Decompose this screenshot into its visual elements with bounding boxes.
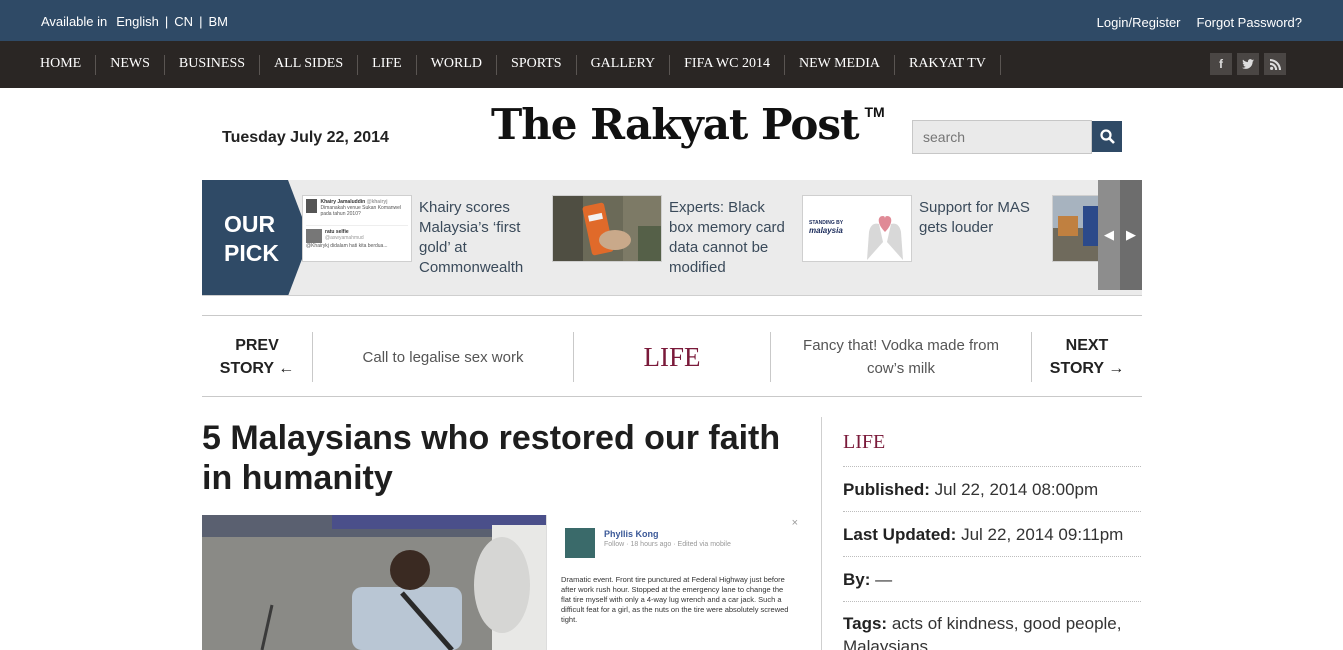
nav-item-home[interactable]: HOME [26, 55, 97, 75]
site-logo-text: The Rakyat Post [491, 100, 859, 149]
published-row: Published: Jul 22, 2014 08:00pm [843, 466, 1141, 511]
main-navigation: HOME NEWS BUSINESS ALL SIDES LIFE WORLD … [0, 41, 1343, 88]
lang-separator: | [164, 14, 169, 29]
by-value: — [875, 570, 893, 589]
nav-item-sports[interactable]: SPORTS [497, 55, 577, 75]
post-text: Dramatic event. Front tire punctured at … [561, 575, 789, 624]
nav-item-new-media[interactable]: NEW MEDIA [785, 55, 895, 75]
pick-thumbnail-tweets: Khairy Jamaluddin @khairyj Dimanakah ven… [302, 195, 412, 262]
updated-label: Last Updated: [843, 525, 957, 544]
article-hero-image: Phyllis Kong Follow · 18 hours ago · Edi… [202, 515, 802, 650]
search-box [912, 120, 1122, 154]
prev-story-arrow-label: STORY ← [219, 360, 295, 377]
next-story-label: NEXT [1065, 337, 1109, 354]
roadside-photo [202, 515, 547, 650]
nav-item-life[interactable]: LIFE [358, 55, 417, 75]
available-in-label: Available in [41, 14, 108, 29]
lang-english-link[interactable]: English [116, 14, 159, 29]
chevron-left-icon: ◀ [1104, 227, 1114, 242]
rss-icon[interactable] [1264, 53, 1286, 75]
post-meta: Follow · 18 hours ago · Edited via mobil… [604, 541, 731, 548]
search-icon [1099, 129, 1115, 144]
avatar [306, 199, 318, 213]
article-headline: 5 Malaysians who restored our faith in h… [202, 419, 781, 497]
search-input[interactable] [912, 120, 1092, 154]
author-row: By: — [843, 556, 1141, 601]
prev-story-label: PREV [235, 337, 279, 354]
post-author[interactable]: Phyllis Kong [604, 529, 659, 539]
pick-thumbnail-mas: STANDING BY malaysia [802, 195, 912, 262]
next-story-button[interactable]: NEXT STORY → [1032, 332, 1142, 382]
story-category[interactable]: LIFE [574, 332, 770, 382]
article-meta-sidebar: LIFE Published: Jul 22, 2014 08:00pm Las… [821, 417, 1143, 650]
lang-cn-link[interactable]: CN [174, 14, 193, 29]
nav-item-all-sides[interactable]: ALL SIDES [260, 55, 359, 75]
social-links: f [1210, 53, 1286, 75]
facebook-icon[interactable]: f [1210, 53, 1232, 75]
prev-story-button[interactable]: PREV STORY ← [202, 332, 312, 382]
trademark-mark: TM [864, 104, 885, 120]
account-links: Login/Register Forgot Password? [1097, 15, 1302, 30]
hands-heart-icon [867, 216, 903, 260]
next-story-title[interactable]: Fancy that! Vodka made from cow’s milk [771, 332, 1031, 382]
tweet-text: @Khairykj didalam hati kita berdua... [306, 243, 388, 249]
search-button[interactable] [1092, 121, 1122, 152]
nav-item-news[interactable]: NEWS [96, 55, 165, 75]
facebook-post: Phyllis Kong Follow · 18 hours ago · Edi… [546, 515, 802, 650]
published-label: Published: [843, 480, 930, 499]
chevron-right-icon: ▶ [1126, 227, 1136, 242]
site-logo[interactable]: The Rakyat Post TM [491, 100, 885, 149]
nav-item-gallery[interactable]: GALLERY [577, 55, 671, 75]
carousel-prev-button[interactable]: ◀ [1098, 180, 1120, 290]
tag-link[interactable]: good people [1023, 614, 1117, 633]
tweet-text: Dimanakah venue Sukan Komanwel pada tahu… [320, 205, 402, 217]
prev-story-title[interactable]: Call to legalise sex work [313, 332, 573, 382]
our-pick-badge: OUR PICK [202, 180, 310, 295]
updated-row: Last Updated: Jul 22, 2014 09:11pm [843, 511, 1141, 556]
pick-title[interactable]: Khairy scores Malaysia’s ‘first gold’ at… [419, 198, 539, 278]
twitter-icon[interactable] [1237, 53, 1259, 75]
our-pick-carousel: OUR PICK Khairy Jamaluddin @khairyj Dima… [202, 180, 1142, 296]
sidebar-category[interactable]: LIFE [843, 431, 885, 454]
our-pick-label-line1: OUR [224, 211, 276, 237]
carousel-next-button[interactable]: ▶ [1120, 180, 1142, 290]
close-icon[interactable]: × [792, 517, 798, 529]
current-date: Tuesday July 22, 2014 [222, 129, 389, 146]
carousel-arrows: ◀ ▶ [1098, 180, 1142, 290]
nav-item-business[interactable]: BUSINESS [165, 55, 261, 75]
pick-title[interactable]: Experts: Black box memory card data cann… [669, 198, 789, 278]
tags-label: Tags: [843, 614, 888, 633]
avatar [565, 528, 595, 558]
nav-item-fifa-wc-2014[interactable]: FIFA WC 2014 [670, 55, 785, 75]
login-register-link[interactable]: Login/Register [1097, 15, 1181, 30]
published-value: Jul 22, 2014 08:00pm [934, 480, 1099, 499]
our-pick-label-line2: PICK [224, 240, 279, 266]
story-navigation: PREV STORY ← Call to legalise sex work L… [202, 315, 1142, 397]
tag-link[interactable]: Malaysians [843, 637, 928, 650]
top-utility-bar: Available in English | CN | BM Login/Reg… [0, 0, 1343, 41]
lang-separator: | [199, 14, 203, 29]
tweet-handle: @aswyamahmud [325, 235, 364, 241]
pick-thumbnail-blackbox [552, 195, 662, 262]
nav-item-rakyat-tv[interactable]: RAKYAT TV [895, 55, 1001, 75]
avatar [306, 229, 322, 243]
lang-bm-link[interactable]: BM [208, 14, 228, 29]
mas-brand-line2: malaysia [809, 226, 843, 235]
language-switcher: Available in English | CN | BM [41, 14, 228, 29]
tag-link[interactable]: acts of kindness [892, 614, 1014, 633]
pick-title[interactable]: Support for MAS gets louder [919, 198, 1039, 238]
next-story-arrow-label: STORY → [1049, 360, 1125, 377]
by-label: By: [843, 570, 871, 589]
tags-row: Tags: acts of kindness, good people, Mal… [843, 601, 1141, 650]
forgot-password-link[interactable]: Forgot Password? [1197, 15, 1303, 30]
nav-item-world[interactable]: WORLD [417, 55, 498, 75]
updated-value: Jul 22, 2014 09:11pm [961, 525, 1124, 544]
